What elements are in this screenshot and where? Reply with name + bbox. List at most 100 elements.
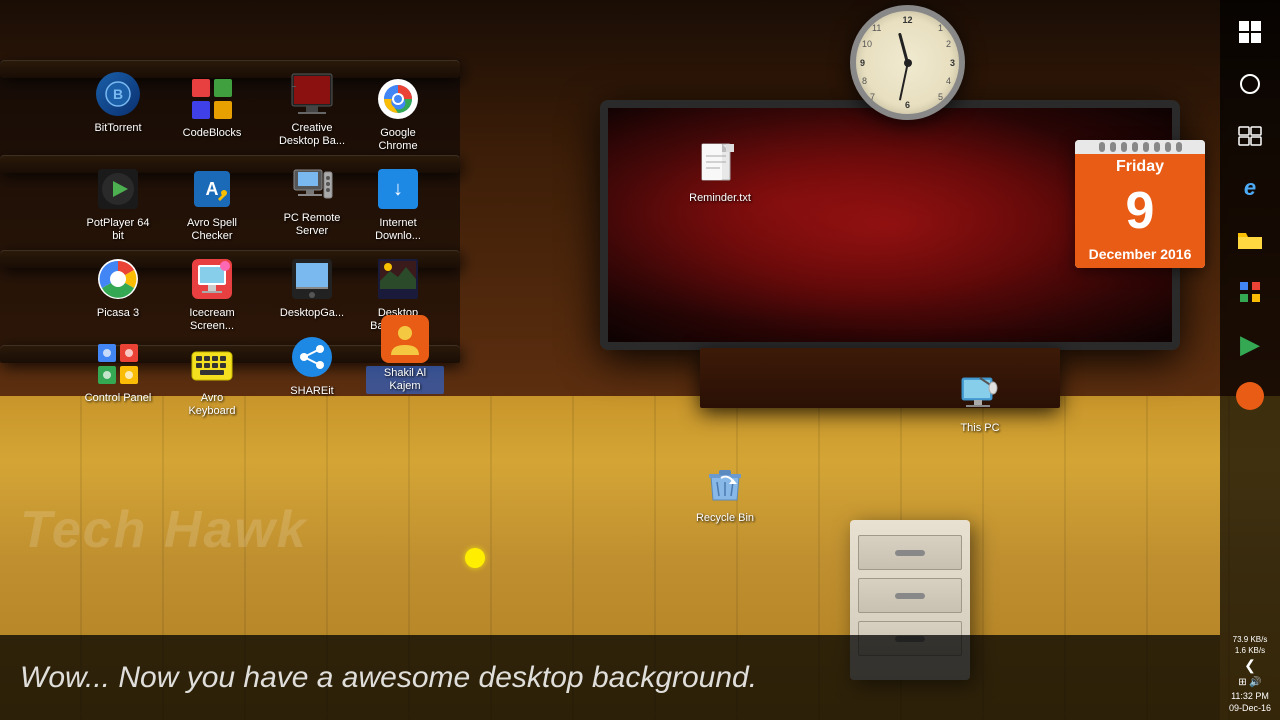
- shakil-icon-img: [381, 315, 429, 363]
- spiral-dot: [1132, 142, 1138, 152]
- sidebar-status: 73.9 KB/s 1.6 KB/s ❮ ⊞ 🔊 11:32 PM 09-Dec…: [1220, 634, 1280, 720]
- icon-google-chrome[interactable]: Google Chrome: [358, 75, 438, 154]
- clock-center: [904, 59, 912, 67]
- codeblocks-icon-img: [188, 75, 236, 123]
- this-pc-icon-img: [956, 370, 1004, 418]
- system-time: 11:32 PM: [1231, 690, 1269, 703]
- icon-bittorrent[interactable]: B BitTorrent: [78, 70, 158, 136]
- icon-desktop-game[interactable]: DesktopGa...: [272, 255, 352, 321]
- desktop-game-icon-img: [288, 255, 336, 303]
- spiral-dot: [1143, 142, 1149, 152]
- icon-codeblocks[interactable]: CodeBlocks: [172, 75, 252, 141]
- reminder-icon-img: [696, 140, 744, 188]
- recycle-bin-icon-img: [701, 460, 749, 508]
- svg-text:B: B: [113, 86, 123, 102]
- google-chrome-label: Google Chrome: [359, 126, 437, 154]
- creative-desktop-icon-img: [288, 70, 336, 118]
- icecream-label: Icecream Screen...: [173, 306, 251, 334]
- icon-control-panel[interactable]: Control Panel: [78, 340, 158, 406]
- right-sidebar: e ▶ 73.9 KB/s 1.6 KB/s ❮: [1220, 0, 1280, 720]
- bittorrent-icon-img: B: [94, 70, 142, 118]
- spiral-dot: [1154, 142, 1160, 152]
- pc-remote-icon-img: [288, 160, 336, 208]
- internet-download-icon-img: ↓: [374, 165, 422, 213]
- desktop: 12 3 6 9 1 11 2 4 5 7 8 10: [0, 0, 1280, 720]
- icon-icecream[interactable]: Icecream Screen...: [172, 255, 252, 334]
- orange-app-button[interactable]: [1226, 372, 1274, 420]
- spiral-dot: [1110, 142, 1116, 152]
- taskbar-icons: ⊞ 🔊: [1238, 676, 1262, 690]
- icon-creative-desktop[interactable]: Creative Desktop Ba...: [272, 70, 352, 149]
- google-chrome-icon-img: [374, 75, 422, 123]
- wall-clock: 12 3 6 9 1 11 2 4 5 7 8 10: [850, 5, 965, 120]
- cabinet-drawer-1[interactable]: [858, 535, 962, 570]
- drawer-handle-1: [895, 550, 925, 556]
- icon-avro-spell[interactable]: A Avro Spell Checker: [172, 165, 252, 244]
- network-speed-down: 1.6 KB/s: [1235, 645, 1265, 656]
- internet-download-label: Internet Downlo...: [359, 216, 437, 244]
- start-button[interactable]: [1226, 8, 1274, 56]
- shakil-label: Shakil Al Kajem: [366, 366, 444, 394]
- avro-spell-label: Avro Spell Checker: [173, 216, 251, 244]
- calendar-date: 9: [1075, 180, 1205, 242]
- icon-internet-download[interactable]: ↓ Internet Downlo...: [358, 165, 438, 244]
- icon-this-pc[interactable]: This PC: [940, 370, 1020, 436]
- subtitle-text: Wow... Now you have a awesome desktop ba…: [20, 661, 757, 695]
- spiral-dot: [1176, 142, 1182, 152]
- shareit-label: SHAREit: [287, 384, 336, 399]
- clock-face: 12 3 6 9 1 11 2 4 5 7 8 10: [856, 11, 959, 114]
- icecream-icon-img: [188, 255, 236, 303]
- drawer-handle-2: [895, 593, 925, 599]
- picasa-label: Picasa 3: [94, 306, 142, 321]
- sidebar-chevron[interactable]: ❮: [1244, 656, 1256, 676]
- potplayer-label: PotPlayer 64 bit: [79, 216, 157, 244]
- network-speed-up: 73.9 KB/s: [1233, 634, 1268, 645]
- calendar-spiral: [1075, 140, 1205, 154]
- file-explorer-button[interactable]: [1226, 216, 1274, 264]
- play-button[interactable]: ▶: [1226, 320, 1274, 368]
- recycle-bin-label: Recycle Bin: [693, 511, 757, 526]
- codeblocks-label: CodeBlocks: [180, 126, 245, 141]
- calendar-day: Friday: [1075, 154, 1205, 180]
- svg-text:A: A: [206, 179, 219, 199]
- icon-reminder-txt[interactable]: Reminder.txt: [680, 140, 760, 206]
- avro-keyboard-label: Avro Keyboard: [173, 391, 251, 419]
- potplayer-icon-img: [94, 165, 142, 213]
- subtitle-bar: Wow... Now you have a awesome desktop ba…: [0, 635, 1220, 720]
- watermark: Tech Hawk: [20, 500, 308, 560]
- icon-shareit[interactable]: SHAREit: [272, 333, 352, 399]
- task-view-button[interactable]: [1226, 112, 1274, 160]
- pc-remote-label: PC Remote Server: [273, 211, 351, 239]
- minute-hand: [898, 62, 908, 101]
- edge-button[interactable]: e: [1226, 164, 1274, 212]
- control-panel-icon-img: [94, 340, 142, 388]
- creative-desktop-label: Creative Desktop Ba...: [273, 121, 351, 149]
- control-panel-label: Control Panel: [82, 391, 155, 406]
- this-pc-label: This PC: [957, 421, 1002, 436]
- desktop-game-label: DesktopGa...: [277, 306, 347, 321]
- cabinet-drawer-2[interactable]: [858, 578, 962, 613]
- cursor-dot: [465, 548, 485, 568]
- spiral-dot: [1121, 142, 1127, 152]
- avro-keyboard-icon-img: [188, 340, 236, 388]
- icon-potplayer[interactable]: PotPlayer 64 bit: [78, 165, 158, 244]
- spiral-dot: [1099, 142, 1105, 152]
- icon-pc-remote[interactable]: PC Remote Server: [272, 160, 352, 239]
- avro-spell-icon-img: A: [188, 165, 236, 213]
- icon-avro-keyboard[interactable]: Avro Keyboard: [172, 340, 252, 419]
- svg-text:↓: ↓: [393, 178, 403, 200]
- icon-shakil-al-kajem[interactable]: Shakil Al Kajem: [365, 315, 445, 394]
- bittorrent-label: BitTorrent: [91, 121, 144, 136]
- icon-recycle-bin[interactable]: Recycle Bin: [685, 460, 765, 526]
- icon-picasa[interactable]: Picasa 3: [78, 255, 158, 321]
- reminder-label: Reminder.txt: [686, 191, 754, 206]
- spiral-dot: [1165, 142, 1171, 152]
- desktop-bg-icon-img: [374, 255, 422, 303]
- search-button[interactable]: [1226, 60, 1274, 108]
- system-date: 09-Dec-16: [1229, 702, 1271, 715]
- calendar-month-year: December 2016: [1075, 242, 1205, 268]
- calendar-widget: Friday 9 December 2016: [1075, 140, 1205, 268]
- shareit-icon-img: [288, 333, 336, 381]
- store-button[interactable]: [1226, 268, 1274, 316]
- picasa-icon-img: [94, 255, 142, 303]
